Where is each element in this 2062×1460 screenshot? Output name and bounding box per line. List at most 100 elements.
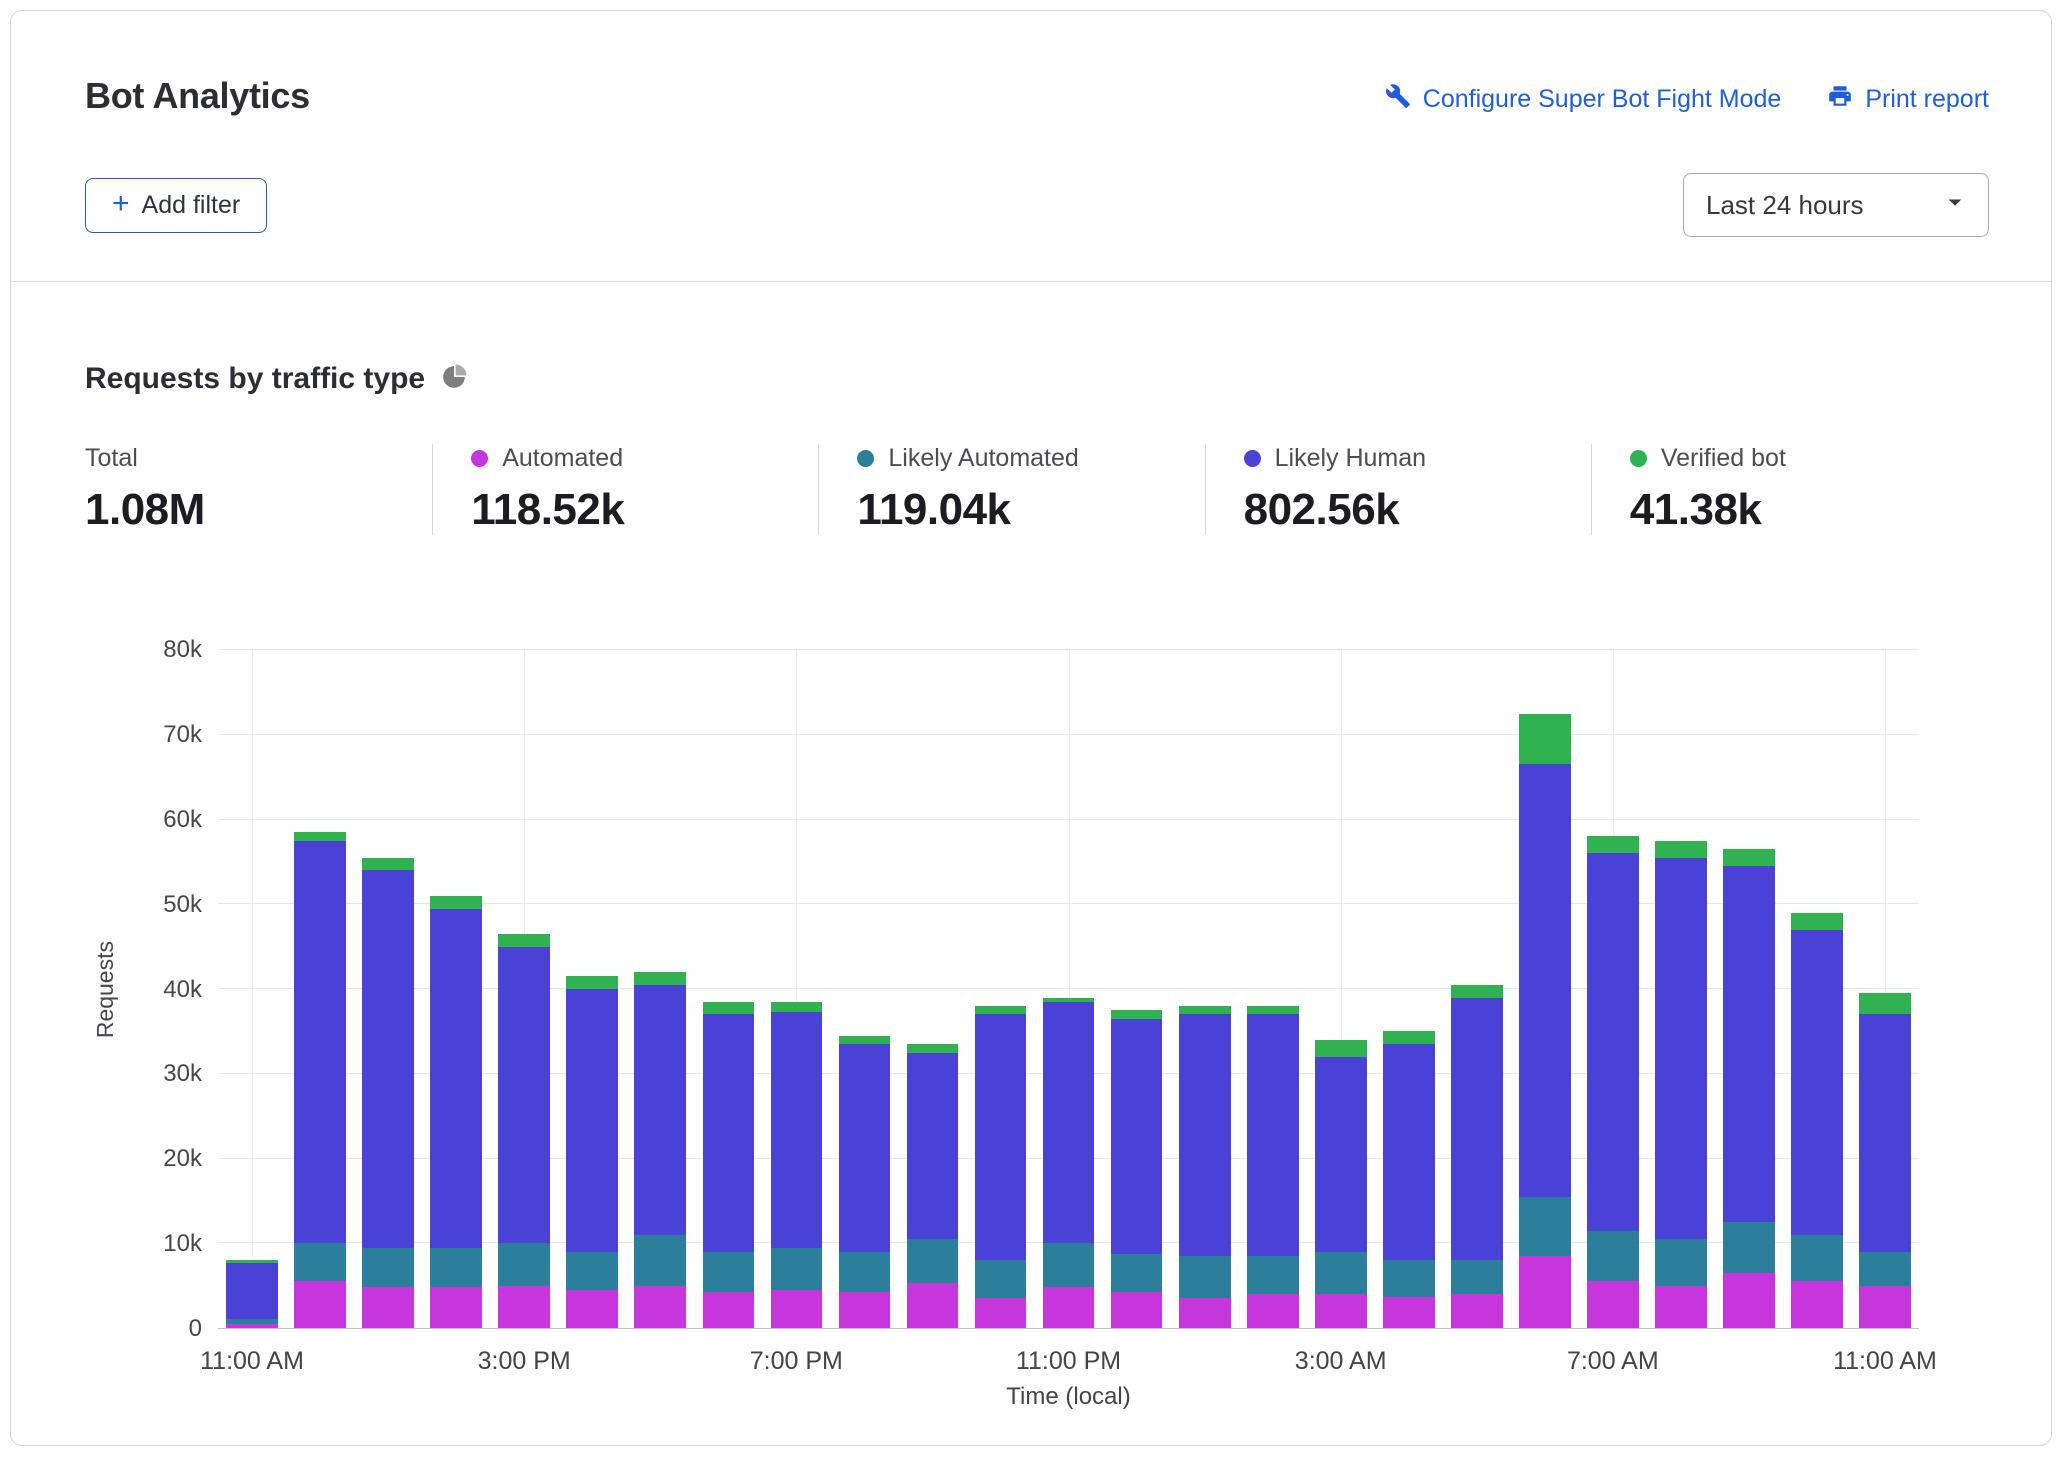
bar[interactable] xyxy=(430,650,482,1328)
bar-segment-automated xyxy=(294,1281,346,1328)
bar-segment-verified-bot xyxy=(839,1036,891,1044)
bar-segment-automated xyxy=(1451,1294,1503,1328)
bar-segment-likely-automated xyxy=(975,1260,1027,1298)
bar-segment-verified-bot xyxy=(498,934,550,947)
bars xyxy=(218,650,1919,1328)
y-tick-label: 70k xyxy=(163,721,202,749)
y-axis-ticks: 010k20k30k40k50k60k70k80k xyxy=(125,650,218,1329)
bar[interactable] xyxy=(907,650,959,1328)
bar-segment-likely-human xyxy=(226,1263,278,1319)
page-title: Bot Analytics xyxy=(85,75,310,117)
add-filter-button[interactable]: + Add filter xyxy=(85,178,267,233)
bar-segment-automated xyxy=(839,1292,891,1328)
bar-segment-likely-automated xyxy=(498,1243,550,1285)
bar[interactable] xyxy=(362,650,414,1328)
bar[interactable] xyxy=(226,650,278,1328)
bar-segment-verified-bot xyxy=(566,976,618,989)
bar[interactable] xyxy=(1791,650,1843,1328)
add-filter-label: Add filter xyxy=(142,191,241,220)
print-report-link[interactable]: Print report xyxy=(1827,83,1989,116)
bar-segment-likely-automated xyxy=(1247,1256,1299,1294)
bar-segment-verified-bot xyxy=(1179,1006,1231,1014)
bar[interactable] xyxy=(1043,650,1095,1328)
bar-segment-automated xyxy=(1859,1286,1911,1328)
bar[interactable] xyxy=(975,650,1027,1328)
bar[interactable] xyxy=(1587,650,1639,1328)
bar-segment-automated xyxy=(907,1283,959,1328)
bar[interactable] xyxy=(294,650,346,1328)
bar-slot xyxy=(1443,650,1511,1328)
bar-segment-verified-bot xyxy=(1315,1040,1367,1057)
bar-segment-likely-automated xyxy=(362,1248,414,1288)
bar-slot xyxy=(694,650,762,1328)
bar-segment-verified-bot xyxy=(430,896,482,909)
bar[interactable] xyxy=(839,650,891,1328)
stat-likely-automated[interactable]: Likely Automated119.04k xyxy=(818,444,1204,535)
bar-segment-likely-automated xyxy=(430,1248,482,1288)
bar-segment-likely-automated xyxy=(1519,1197,1571,1256)
x-tick-label: 3:00 AM xyxy=(1295,1347,1387,1376)
bar-segment-verified-bot xyxy=(1723,849,1775,866)
bar-segment-likely-human xyxy=(1791,930,1843,1235)
bar[interactable] xyxy=(1519,650,1571,1328)
bar-slot xyxy=(830,650,898,1328)
bar-segment-verified-bot xyxy=(1247,1006,1299,1014)
requests-chart: Requests 010k20k30k40k50k60k70k80k 11:00… xyxy=(85,650,1919,1411)
stat-verified-bot[interactable]: Verified bot41.38k xyxy=(1591,444,1977,535)
stat-label-row: Likely Human xyxy=(1244,444,1575,473)
bar-segment-likely-automated xyxy=(1179,1256,1231,1298)
bar-segment-verified-bot xyxy=(1519,714,1571,765)
bar[interactable] xyxy=(1383,650,1435,1328)
bar[interactable] xyxy=(1315,650,1367,1328)
bar[interactable] xyxy=(1451,650,1503,1328)
bar[interactable] xyxy=(703,650,755,1328)
bar[interactable] xyxy=(1247,650,1299,1328)
bar-segment-verified-bot xyxy=(771,1002,823,1012)
bar-segment-likely-human xyxy=(1655,858,1707,1239)
bar-segment-likely-human xyxy=(1859,1014,1911,1251)
bar-segment-likely-automated xyxy=(566,1252,618,1290)
bar-segment-likely-human xyxy=(771,1012,823,1248)
stat-value: 1.08M xyxy=(85,485,416,535)
bar-segment-automated xyxy=(1247,1294,1299,1328)
bar[interactable] xyxy=(1655,650,1707,1328)
configure-super-bot-fight-mode-link[interactable]: Configure Super Bot Fight Mode xyxy=(1385,83,1782,116)
stat-value: 118.52k xyxy=(471,485,802,535)
bar-segment-likely-automated xyxy=(1587,1231,1639,1282)
bar[interactable] xyxy=(1111,650,1163,1328)
bar-segment-automated xyxy=(771,1290,823,1328)
bar-segment-likely-automated xyxy=(1655,1239,1707,1286)
bar-segment-likely-human xyxy=(907,1053,959,1239)
bar[interactable] xyxy=(634,650,686,1328)
bar[interactable] xyxy=(771,650,823,1328)
bar-slot xyxy=(1647,650,1715,1328)
bar-segment-automated xyxy=(1383,1297,1435,1328)
bar-slot xyxy=(1103,650,1171,1328)
bar-slot xyxy=(558,650,626,1328)
bar-segment-automated xyxy=(975,1298,1027,1328)
printer-icon xyxy=(1827,83,1853,116)
x-tick-label: 7:00 AM xyxy=(1567,1347,1659,1376)
bar-slot xyxy=(286,650,354,1328)
bar-slot xyxy=(1511,650,1579,1328)
stat-total[interactable]: Total1.08M xyxy=(85,444,432,535)
bar[interactable] xyxy=(1179,650,1231,1328)
bar-segment-likely-human xyxy=(1519,764,1571,1196)
time-range-select[interactable]: Last 24 hours xyxy=(1683,173,1989,237)
bar[interactable] xyxy=(566,650,618,1328)
legend-dot xyxy=(471,450,488,467)
bar[interactable] xyxy=(498,650,550,1328)
stat-likely-human[interactable]: Likely Human802.56k xyxy=(1205,444,1591,535)
stat-automated[interactable]: Automated118.52k xyxy=(432,444,818,535)
bar-slot xyxy=(1307,650,1375,1328)
x-axis-title: Time (local) xyxy=(218,1383,1919,1411)
bot-analytics-card: Bot Analytics Configure Super Bot Fight … xyxy=(10,10,2052,1446)
bar-segment-likely-human xyxy=(1451,998,1503,1261)
time-range-value: Last 24 hours xyxy=(1706,190,1864,221)
x-tick-label: 3:00 PM xyxy=(478,1347,571,1376)
bar-segment-automated xyxy=(1519,1256,1571,1328)
bar-segment-verified-bot xyxy=(294,832,346,840)
bar[interactable] xyxy=(1723,650,1775,1328)
bar-segment-likely-human xyxy=(362,870,414,1247)
bar[interactable] xyxy=(1859,650,1911,1328)
